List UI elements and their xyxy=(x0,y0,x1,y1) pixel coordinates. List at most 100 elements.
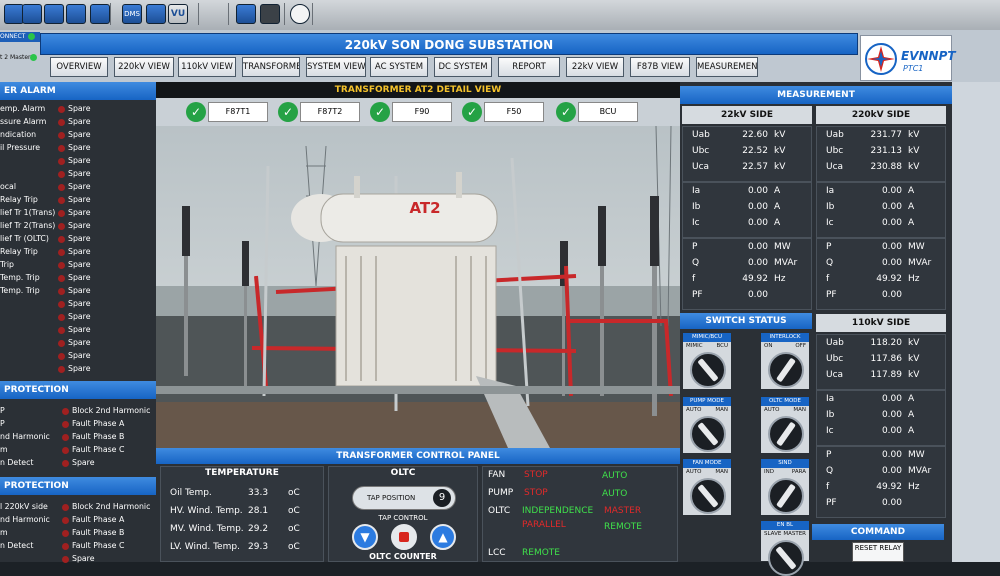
measurement-name: Ib xyxy=(826,410,835,420)
master-led-icon xyxy=(30,54,37,61)
pump-label: PUMP xyxy=(488,488,514,498)
switch-sind[interactable]: SIND IND PARA xyxy=(760,458,810,516)
side-header-s220: 220kV SIDE xyxy=(816,106,946,124)
measurement-name: Q xyxy=(692,258,700,268)
measurement-unit: MW xyxy=(908,450,925,460)
tap-stop-button[interactable] xyxy=(391,524,417,550)
measurement-row: Ia 0.00 A xyxy=(826,186,938,200)
alarm-value: Spare xyxy=(68,156,91,165)
switch-knob-icon[interactable] xyxy=(768,540,804,576)
alarm-indicator-icon xyxy=(58,366,65,373)
nav-report[interactable]: REPORT xyxy=(498,57,560,77)
temperature-label: HV. Wind. Temp. xyxy=(170,506,243,516)
temperature-unit: oC xyxy=(288,542,300,552)
switch-pump-mode[interactable]: PUMP MODE AUTO MAN xyxy=(682,396,732,454)
alarm-indicator-icon xyxy=(58,262,65,269)
measurement-value: 0.00 xyxy=(747,186,768,196)
trend-icon[interactable] xyxy=(146,4,166,24)
tap-down-button[interactable]: ▼ xyxy=(352,524,378,550)
search-icon[interactable] xyxy=(22,4,42,24)
topology-icon[interactable] xyxy=(236,4,256,24)
network-icon[interactable] xyxy=(4,4,24,24)
measurement-unit: MVAr xyxy=(908,258,932,268)
knob-indicator xyxy=(697,422,719,446)
measurement-value: 231.77 xyxy=(870,130,903,140)
nav-220kv-view[interactable]: 220kV VIEW xyxy=(114,57,174,77)
switch-left-option: MIMIC xyxy=(686,343,703,349)
monitor-icon[interactable] xyxy=(44,4,64,24)
nav-22kv-view[interactable]: 22kV VIEW xyxy=(566,57,624,77)
alarm-indicator-icon xyxy=(58,314,65,321)
switch-mimic-bcu[interactable]: MIMIC/BCU MIMIC BCU xyxy=(682,332,732,390)
switch-knob-icon[interactable] xyxy=(768,416,804,452)
switch-knob-icon[interactable] xyxy=(690,416,726,452)
switch-knob-icon[interactable] xyxy=(768,478,804,514)
measurement-value: 0.00 xyxy=(881,498,902,508)
protection-value: Fault Phase B xyxy=(72,432,125,441)
measurement-name: P xyxy=(692,242,698,252)
switch-right-option: MASTER xyxy=(783,531,806,537)
dms-icon[interactable]: DMS xyxy=(122,4,142,24)
vu-icon[interactable]: VU xyxy=(168,4,188,24)
alarm-value: Spare xyxy=(68,338,91,347)
clock-icon[interactable] xyxy=(290,4,310,24)
switch-right-option: MAN xyxy=(715,407,728,413)
oltc-mode-remote: REMOTE xyxy=(604,522,642,532)
measurement-row: Uca 230.88 kV xyxy=(826,162,938,176)
protection-indicator-icon xyxy=(62,530,69,537)
measurement-unit: A xyxy=(908,394,915,404)
temperature-value: 29.3 xyxy=(248,542,269,552)
reset-relay-button[interactable]: RESET RELAY xyxy=(852,542,904,562)
measurement-row: Uab 231.77 kV xyxy=(826,130,938,144)
nav-f87b-view[interactable]: F87B VIEW xyxy=(630,57,690,77)
nav-transformer[interactable]: TRANSFORMER xyxy=(242,57,300,77)
protection-label: P xyxy=(0,419,5,428)
protection-label: l 220kV side xyxy=(0,502,48,511)
oltc-label: OLTC xyxy=(488,506,511,516)
switch-interlock[interactable]: INTERLOCK ON OFF xyxy=(760,332,810,390)
measurement-value: 0.00 xyxy=(881,426,902,436)
nav-ac-system[interactable]: AC SYSTEM xyxy=(370,57,428,77)
protection-value: Fault Phase B xyxy=(72,528,125,537)
switch-knob-icon[interactable] xyxy=(768,352,804,388)
measurement-value: 22.60 xyxy=(742,130,768,140)
alarm-indicator-icon xyxy=(58,158,65,165)
nav-110kv-view[interactable]: 110kV VIEW xyxy=(178,57,236,77)
protection-label: m xyxy=(0,445,8,454)
measurement-row: Uca 117.89 kV xyxy=(826,370,938,384)
one-line-icon[interactable] xyxy=(90,4,110,24)
switch-en-bl[interactable]: EN BL SLAVE MASTER xyxy=(760,520,810,576)
nav-overview[interactable]: OVERVIEW xyxy=(50,57,108,77)
measurement-name: Ia xyxy=(692,186,701,196)
fan-state: STOP xyxy=(524,470,548,480)
report-icon[interactable] xyxy=(66,4,86,24)
alarm-value: Spare xyxy=(68,299,91,308)
switch-knob-icon[interactable] xyxy=(690,352,726,388)
switch-knob-icon[interactable] xyxy=(690,478,726,514)
tap-up-button[interactable]: ▲ xyxy=(430,524,456,550)
switch-fan-mode[interactable]: FAN MODE AUTO MAN xyxy=(682,458,732,516)
measurement-row: Q 0.00 MVAr xyxy=(826,466,938,480)
measurement-row: Q 0.00 MVAr xyxy=(692,258,804,272)
temperature-unit: oC xyxy=(288,524,300,534)
switch-oltc-mode[interactable]: OLTC MODE AUTO MAN xyxy=(760,396,810,454)
protection1-section-header: PROTECTION xyxy=(0,381,156,399)
lcc-mode: REMOTE xyxy=(522,548,560,558)
oltc-mode-parallel: PARALLEL xyxy=(522,520,566,530)
alarm-section-header: ER ALARM xyxy=(0,82,156,100)
knob-indicator xyxy=(697,358,719,382)
stop-icon[interactable] xyxy=(260,4,280,24)
nav-dc-system[interactable]: DC SYSTEM xyxy=(434,57,492,77)
measurement-name: Ib xyxy=(826,202,835,212)
measurement-name: Ubc xyxy=(826,146,844,156)
measurement-value: 117.89 xyxy=(870,370,903,380)
measurement-row: Uab 22.60 kV xyxy=(692,130,804,144)
nav-system-view[interactable]: SYSTEM VIEW xyxy=(306,57,366,77)
control-panel-title: TRANSFORMER CONTROL PANEL xyxy=(156,448,680,464)
tap-position-display: TAP POSITION 9 xyxy=(352,486,456,510)
switch-right-option: MAN xyxy=(715,469,728,475)
temperature-unit: oC xyxy=(288,506,300,516)
alarm-label: emp. Alarm xyxy=(0,104,46,113)
measurement-value: 0.00 xyxy=(747,202,768,212)
nav-measurement[interactable]: MEASUREMENT xyxy=(696,57,758,77)
